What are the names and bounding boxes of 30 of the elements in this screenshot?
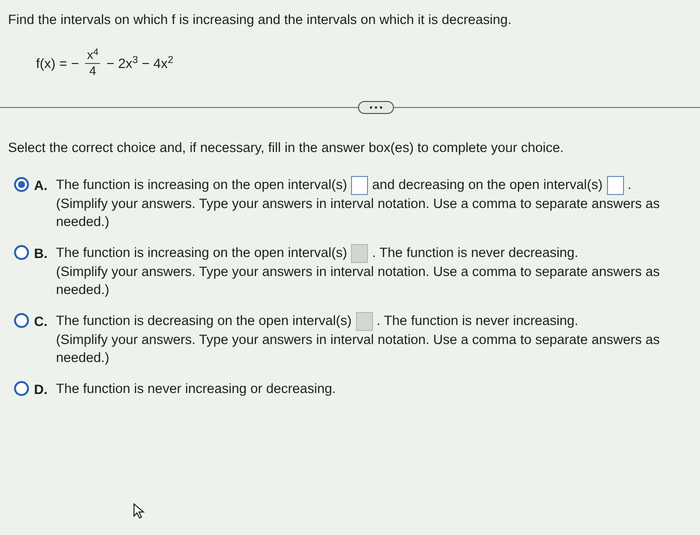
question-text: Find the intervals on which f is increasing and the intervals on which it is decreasing. (8, 11, 513, 29)
more-button[interactable] (358, 101, 394, 114)
choice-letter: B. (33, 244, 48, 262)
answer-box[interactable] (351, 176, 368, 194)
choice-text: . (628, 176, 632, 192)
choice-note: (Simplify your answers. Type your answers in interval notation. Use a comma to separate answers as needed.) (56, 194, 661, 230)
choice-text: and decreasing on the open interval(s) (372, 176, 603, 192)
choice-text: . The function is never decreasing. (372, 244, 578, 260)
pointer-icon (133, 503, 145, 519)
choice-note: (Simplify your answers. Type your answers in interval notation. Use a comma to separate answers as needed.) (56, 330, 661, 366)
minus-sign: − (71, 54, 80, 73)
radio-button[interactable] (14, 380, 29, 396)
function-terms: − 2x$^{3}$ − 4x$^{2}$ (106, 54, 174, 73)
choice-text: . The function is never increasing. (376, 312, 578, 328)
radio-button[interactable] (14, 312, 29, 328)
choice-text: The function is increasing on the open interval(s) (56, 176, 348, 192)
dots-icon (369, 106, 383, 110)
radio-button[interactable] (14, 244, 29, 260)
choice-letter: A. (33, 176, 48, 194)
choice-letter: C. (33, 312, 48, 330)
answer-box[interactable] (606, 176, 624, 194)
choice-text: The function is decreasing on the open interval(s) (56, 312, 352, 328)
instruction-text: Select the correct choice and, if necessary, fill in the answer box(es) to complete your choice. (7, 139, 565, 158)
choice-letter: D. (33, 380, 48, 398)
fraction: x$^{4}$ 4 (84, 48, 102, 80)
choice-text: The function is never increasing or decreasing. (56, 380, 336, 396)
function-label: f(x) = (36, 54, 68, 73)
radio-button[interactable] (14, 176, 29, 192)
choice-text: The function is increasing on the open interval(s) (56, 244, 348, 260)
choice-note: (Simplify your answers. Type your answers in interval notation. Use a comma to separate answers as needed.) (56, 262, 661, 298)
